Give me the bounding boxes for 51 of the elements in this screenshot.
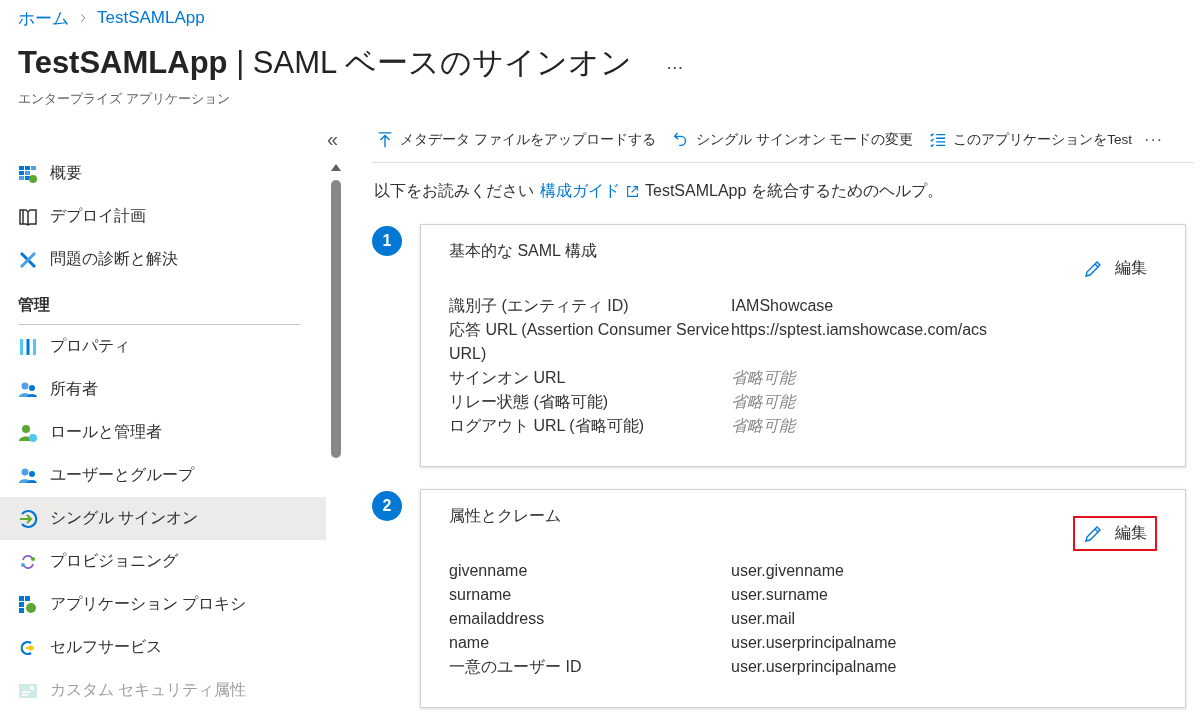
card-title: 属性とクレーム xyxy=(449,506,561,526)
edit-button[interactable]: 編集 xyxy=(1073,516,1157,551)
breadcrumb-link[interactable]: ホーム xyxy=(18,6,69,30)
field-value: user.userprincipalname xyxy=(731,657,898,677)
sidebar-item[interactable]: シングル サインオン xyxy=(0,497,326,540)
field-value: user.userprincipalname xyxy=(731,633,898,653)
sidebar-item[interactable]: プロビジョニング xyxy=(0,540,326,583)
sidebar-item[interactable]: セルフサービス xyxy=(0,626,326,669)
field-value: 省略可能 xyxy=(731,368,798,388)
section-heading: 管理 xyxy=(18,295,50,315)
guide-link[interactable]: 構成ガイド xyxy=(540,181,620,202)
field-label: givenname xyxy=(449,561,529,581)
field-label: name xyxy=(449,633,491,653)
sidebar-item[interactable]: ユーザーとグループ xyxy=(0,454,326,497)
page-title: TestSAMLApp | SAML ベースのサインオン xyxy=(18,44,632,82)
more-button[interactable]: ··· xyxy=(1144,131,1164,149)
sidebar-item[interactable]: プロパティ xyxy=(0,325,326,368)
breadcrumb-link[interactable]: TestSAMLApp xyxy=(97,8,205,28)
field-value: user.surname xyxy=(731,585,829,605)
intro-text: TestSAMLApp を統合するためのヘルプ。 xyxy=(645,181,943,201)
toolbar-button[interactable]: シングル サインオン モードの変更 xyxy=(667,131,918,149)
sidebar-item[interactable]: 概要 xyxy=(0,152,326,195)
field-label: 識別子 (エンティティ ID) xyxy=(449,296,630,316)
field-value: IAMShowcase xyxy=(731,296,835,316)
field-value: https://sptest.iamshowcase.com/acs xyxy=(731,320,989,340)
field-label: 応答 URL (Assertion Consumer Service URL) xyxy=(449,320,731,364)
field-label: ログアウト URL (省略可能) xyxy=(449,416,645,436)
sidebar-item[interactable]: 問題の診断と解決 xyxy=(0,238,326,281)
field-label: surname xyxy=(449,585,513,605)
more-button[interactable]: … xyxy=(665,52,684,74)
sidebar-item[interactable]: ロールと管理者 xyxy=(0,411,326,454)
field-label: サインオン URL xyxy=(449,368,567,388)
field-value: 省略可能 xyxy=(731,392,798,412)
sidebar-item[interactable]: アプリケーション プロキシ xyxy=(0,583,326,626)
toolbar-button[interactable]: このアプリケーションをTest xyxy=(925,131,1137,149)
field-label: 一意のユーザー ID xyxy=(449,657,583,677)
collapse-button[interactable]: « xyxy=(326,128,338,151)
step-number: 2 xyxy=(372,491,402,521)
card-title: 基本的な SAML 構成 xyxy=(449,241,597,261)
field-label: emailaddress xyxy=(449,609,546,629)
sidebar-item[interactable]: デプロイ計画 xyxy=(0,195,326,238)
page-subtitle: エンタープライズ アプリケーション xyxy=(18,90,231,108)
field-label: リレー状態 (省略可能) xyxy=(449,392,610,412)
step-number: 1 xyxy=(372,226,402,256)
edit-button[interactable]: 編集 xyxy=(1073,251,1157,286)
toolbar-button[interactable]: メタデータ ファイルをアップロードする xyxy=(372,131,660,149)
sidebar-item[interactable]: 所有者 xyxy=(0,368,326,411)
field-value: user.givenname xyxy=(731,561,845,581)
field-value: user.mail xyxy=(731,609,797,629)
field-value: 省略可能 xyxy=(731,416,798,436)
intro-text: 以下をお読みください xyxy=(374,181,534,201)
